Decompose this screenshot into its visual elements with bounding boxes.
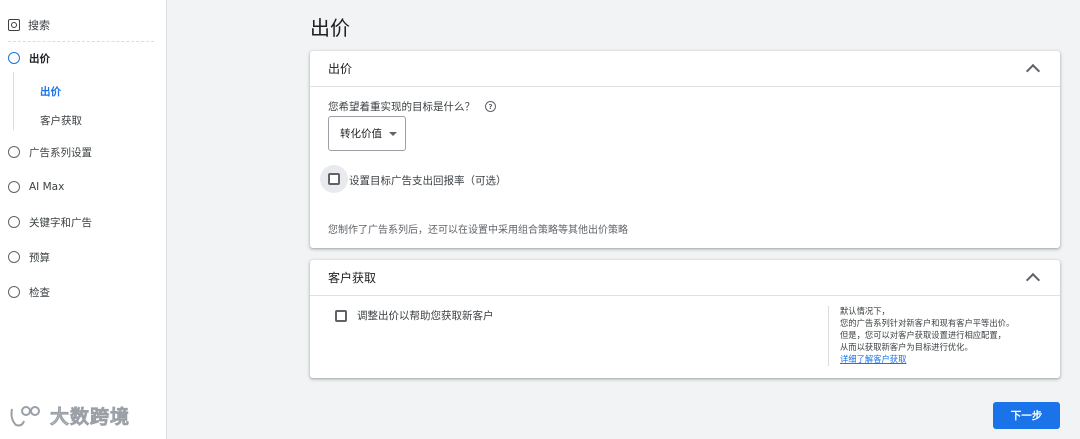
step-circle-icon (8, 251, 20, 263)
new-customer-label[interactable]: 调整出价以帮助您获取新客户 (357, 308, 494, 323)
step-circle-icon (8, 216, 20, 228)
info-line: 默认情况下， (840, 306, 890, 316)
sidebar-item-campaign-settings[interactable]: 广告系列设置 (8, 141, 92, 163)
sidebar-item-label: AI Max (29, 181, 65, 193)
chevron-up-icon[interactable] (1025, 272, 1041, 288)
sidebar-item-review[interactable]: 检查 (8, 281, 50, 303)
sidebar-item-label: 出价 (29, 52, 50, 65)
customer-acquisition-card: 客户获取 调整出价以帮助您获取新客户 默认情况下， 您的广告系列针对新客户和现有… (310, 260, 1060, 378)
info-divider (828, 306, 829, 366)
watermark-icon (8, 403, 44, 429)
sidebar-subitem-bidding[interactable]: 出价 (40, 84, 61, 99)
goal-select[interactable]: 转化价值 (328, 116, 406, 151)
watermark-logo: 大数跨境 (8, 402, 130, 429)
step-circle-icon (8, 52, 20, 64)
checkbox-icon (335, 310, 347, 322)
target-roas-checkbox[interactable] (320, 165, 348, 193)
card-title: 客户获取 (328, 271, 377, 285)
info-line: 从而以获取新客户为目标进行优化。 (840, 342, 973, 352)
info-line: 但是，您可以对客户获取设置进行相应配置， (840, 330, 1006, 340)
sidebar-subitem-customer-acquisition[interactable]: 客户获取 (40, 113, 82, 128)
new-customer-checkbox[interactable] (335, 310, 347, 322)
goal-select-value: 转化价值 (340, 128, 382, 140)
goal-question-text: 您希望着重实现的目标是什么？ (328, 101, 475, 113)
learn-more-link[interactable]: 详细了解客户获取 (840, 353, 1014, 365)
info-line: 您的广告系列针对新客户和现有客户平等出价。 (840, 318, 1015, 328)
page-title: 出价 (310, 16, 350, 40)
sub-nav-line (13, 72, 14, 130)
sidebar-item-bidding[interactable]: 出价 (8, 47, 50, 69)
sidebar: 搜索 出价 出价 客户获取 广告系列设置 AI Max 关键字和广告 预算 检查 (0, 0, 167, 439)
sidebar-item-ai-max[interactable]: AI Max (8, 176, 64, 198)
goal-question: 您希望着重实现的目标是什么？ ? (328, 99, 496, 114)
bidding-note: 您制作了广告系列后，还可以在设置中采用组合策略等其他出价策略 (328, 225, 628, 236)
step-circle-icon (8, 286, 20, 298)
sidebar-item-keywords-ads[interactable]: 关键字和广告 (8, 211, 92, 233)
chevron-up-icon[interactable] (1025, 63, 1041, 79)
card-title: 出价 (328, 62, 353, 76)
sidebar-item-label: 预算 (29, 251, 50, 264)
checkbox-icon (328, 173, 340, 185)
dropdown-caret-icon (389, 131, 397, 136)
search-label: 搜索 (28, 18, 50, 32)
target-roas-label[interactable]: 设置目标广告支出回报率（可选） (349, 173, 507, 188)
sidebar-item-label: 检查 (29, 286, 50, 299)
sidebar-search[interactable]: 搜索 (8, 14, 154, 42)
step-circle-icon (8, 181, 20, 193)
sidebar-item-label: 关键字和广告 (29, 216, 92, 229)
step-circle-icon (8, 146, 20, 158)
help-icon[interactable]: ? (485, 101, 496, 112)
search-icon (8, 18, 20, 31)
watermark-text: 大数跨境 (50, 406, 131, 429)
sidebar-item-budget[interactable]: 预算 (8, 246, 50, 268)
next-button[interactable]: 下一步 (993, 402, 1060, 429)
sidebar-item-label: 广告系列设置 (29, 146, 92, 159)
acquisition-card-header[interactable]: 客户获取 (310, 260, 1060, 296)
bidding-card-header[interactable]: 出价 (310, 51, 1060, 87)
bidding-card: 出价 您希望着重实现的目标是什么？ ? 转化价值 设置目标广告支出回报率（可选）… (310, 51, 1060, 248)
acquisition-info: 默认情况下， 您的广告系列针对新客户和现有客户平等出价。 但是，您可以对客户获取… (840, 305, 1014, 365)
